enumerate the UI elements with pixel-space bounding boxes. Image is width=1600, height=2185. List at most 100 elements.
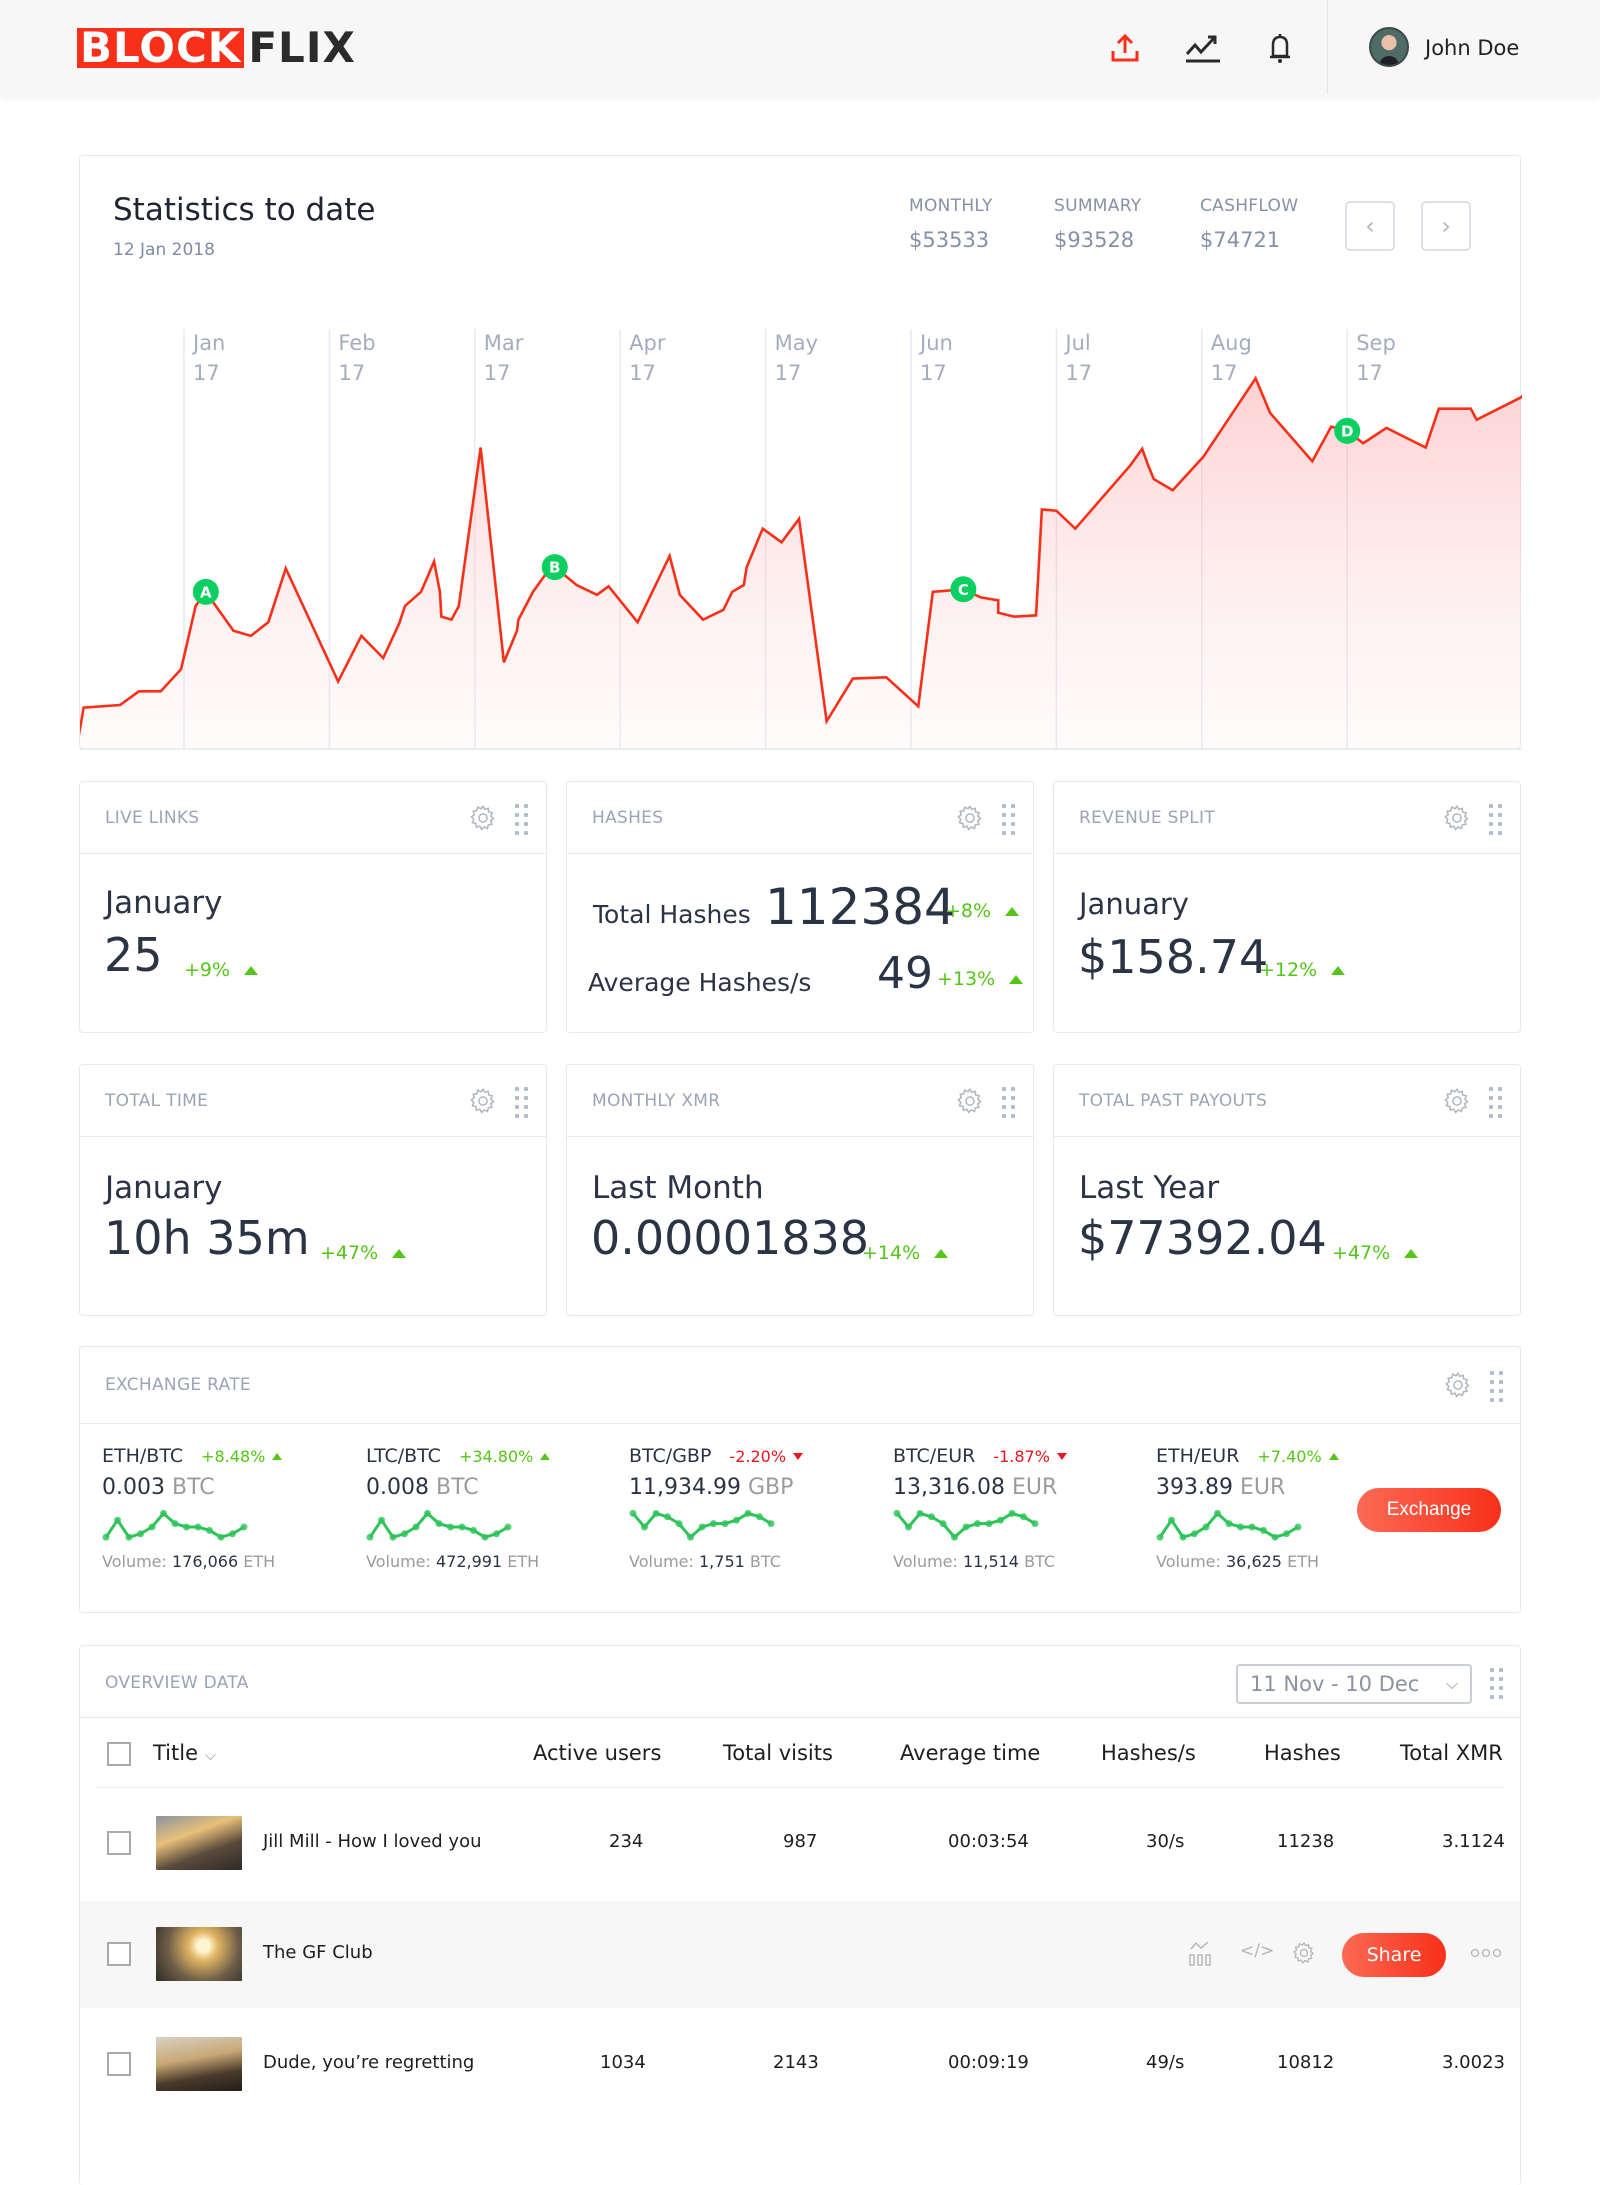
drag-handle-icon[interactable] xyxy=(513,1085,528,1118)
sparkline-point xyxy=(194,1523,202,1531)
pair-name: BTC/GBP xyxy=(629,1445,712,1467)
video-thumbnail[interactable] xyxy=(156,2037,242,2091)
gear-icon[interactable] xyxy=(469,804,497,832)
pair-price-row: 11,934.99 GBP xyxy=(629,1475,869,1500)
statistics-chart: A B C D xyxy=(80,329,1522,750)
row-checkbox[interactable] xyxy=(107,1942,131,1966)
sparkline-point xyxy=(1271,1533,1279,1541)
tick-year: 17 xyxy=(193,361,220,385)
column-average-time[interactable]: Average time xyxy=(900,1741,1040,1765)
annotation-marker[interactable]: D xyxy=(1334,417,1361,444)
gear-icon[interactable] xyxy=(1444,1371,1472,1399)
down-arrow-icon xyxy=(793,1452,804,1460)
gear-icon[interactable] xyxy=(469,1087,497,1115)
exchange-pair[interactable]: BTC/EUR -1.87% 13,316.08 EUR Volume: 11,514… xyxy=(893,1445,1133,1571)
prev-button[interactable]: ‹ xyxy=(1345,201,1395,251)
up-arrow-icon xyxy=(1331,965,1346,975)
sparkline-point xyxy=(1008,1509,1016,1517)
volume-value: 1,751 xyxy=(699,1552,745,1571)
pair-name-row: LTC/BTC +34.80% xyxy=(366,1445,606,1467)
sparkline-point xyxy=(1020,1513,1027,1521)
metric-cashflow[interactable]: CASHFLOW $74721 xyxy=(1200,196,1298,252)
exchange-button[interactable]: Exchange xyxy=(1357,1488,1501,1532)
gear-icon[interactable] xyxy=(956,1087,984,1115)
column-title[interactable]: Title ⌵ xyxy=(153,1741,216,1765)
embed-code-icon[interactable]: </> xyxy=(1240,1941,1274,1961)
table-row[interactable]: Jill Mill - How I loved you 234 987 00:0… xyxy=(80,1790,1520,1897)
exchange-pair[interactable]: ETH/BTC +8.48% 0.003 BTC Volume: 176,066 ET… xyxy=(102,1445,342,1571)
row-title[interactable]: Dude, you’re regretting xyxy=(263,2052,474,2073)
analytics-button[interactable] xyxy=(1183,28,1223,68)
row-title[interactable]: The GF Club xyxy=(263,1942,373,1963)
exchange-pair[interactable]: BTC/GBP -2.20% 11,934.99 GBP Volume: 1,751 … xyxy=(629,1445,869,1571)
drag-handle-icon[interactable] xyxy=(1488,1369,1503,1402)
sparkline-point xyxy=(767,1520,775,1528)
card-header: EXCHANGE RATE xyxy=(80,1347,1520,1424)
gear-icon[interactable] xyxy=(1292,1941,1316,1965)
column-total-xmr[interactable]: Total XMR xyxy=(1400,1741,1503,1765)
user-name[interactable]: John Doe xyxy=(1425,36,1519,60)
column-hashes-per-s[interactable]: Hashes/s xyxy=(1101,1741,1196,1765)
volume-value: 472,991 xyxy=(436,1552,503,1571)
pair-unit: BTC xyxy=(171,1475,215,1500)
pair-name: BTC/EUR xyxy=(893,1445,976,1467)
metric-monthly[interactable]: MONTHLY $53533 xyxy=(909,196,993,252)
metric-summary[interactable]: SUMMARY $93528 xyxy=(1054,196,1141,252)
date-range-select[interactable]: 11 Nov - 10 Dec ⌵ xyxy=(1236,1664,1472,1704)
delta-text: +14% xyxy=(862,1242,921,1264)
pair-name-row: BTC/EUR -1.87% xyxy=(893,1445,1133,1467)
column-active-users[interactable]: Active users xyxy=(533,1741,661,1765)
gear-icon[interactable] xyxy=(1443,804,1471,832)
upload-button[interactable] xyxy=(1105,28,1145,68)
drag-handle-icon[interactable] xyxy=(1487,802,1502,835)
column-hashes[interactable]: Hashes xyxy=(1264,1741,1341,1765)
more-options-icon[interactable] xyxy=(1470,1947,1502,1959)
sparkline-point xyxy=(447,1523,454,1531)
next-button[interactable]: › xyxy=(1421,201,1471,251)
row-title[interactable]: Jill Mill - How I loved you xyxy=(263,1831,482,1852)
up-arrow-icon xyxy=(934,1248,949,1258)
sparkline-point xyxy=(652,1509,660,1517)
stats-icon[interactable] xyxy=(1188,1939,1212,1969)
video-thumbnail[interactable] xyxy=(156,1927,242,1981)
metric-label: MONTHLY xyxy=(909,196,993,216)
volume-label: Volume: xyxy=(893,1552,958,1571)
select-all-checkbox[interactable] xyxy=(107,1742,131,1766)
sparkline-point xyxy=(114,1516,121,1524)
row-checkbox[interactable] xyxy=(107,2052,131,2076)
gear-icon[interactable] xyxy=(956,804,984,832)
sparkline-point xyxy=(675,1520,683,1528)
drag-handle-icon[interactable] xyxy=(1000,1085,1015,1118)
blockflix-logo[interactable]: BLOCK FLIX xyxy=(77,26,356,70)
cell-active-users: 1034 xyxy=(600,2052,646,2073)
column-label: Title xyxy=(153,1741,199,1765)
drag-handle-icon[interactable] xyxy=(513,802,528,835)
share-button[interactable]: Share xyxy=(1342,1933,1446,1977)
table-row[interactable]: Dude, you’re regretting 1034 2143 00:09:… xyxy=(80,2011,1520,2118)
tick-year: 17 xyxy=(629,361,656,385)
drag-handle-icon[interactable] xyxy=(1487,1085,1502,1118)
drag-handle-icon[interactable] xyxy=(1488,1666,1503,1699)
row-checkbox[interactable] xyxy=(107,1831,131,1855)
stat-card-monthly-xmr: MONTHLY XMR Last Month 0.00001838 +14% xyxy=(566,1064,1034,1316)
annotation-marker[interactable]: C xyxy=(950,576,977,603)
annotation-marker[interactable]: A xyxy=(192,578,219,605)
x-tick-label: May 17 xyxy=(775,328,818,388)
notifications-button[interactable] xyxy=(1260,28,1300,68)
gear-icon[interactable] xyxy=(1443,1087,1471,1115)
sparkline xyxy=(1156,1509,1302,1541)
column-total-visits[interactable]: Total visits xyxy=(723,1741,833,1765)
sparkline-point xyxy=(470,1526,477,1534)
sparkline-point xyxy=(756,1513,763,1521)
avatar[interactable] xyxy=(1369,27,1409,67)
stat-period: Last Year xyxy=(1079,1170,1220,1206)
pair-price: 393.89 xyxy=(1156,1475,1233,1500)
exchange-pair[interactable]: LTC/BTC +34.80% 0.008 BTC Volume: 472,991 E… xyxy=(366,1445,606,1571)
table-row[interactable]: The GF Club </> Share xyxy=(80,1901,1520,2008)
drag-handle-icon[interactable] xyxy=(1000,802,1015,835)
annotation-marker[interactable]: B xyxy=(541,554,568,581)
card-title: HASHES xyxy=(592,808,664,828)
video-thumbnail[interactable] xyxy=(156,1816,242,1870)
chevron-left-icon: ‹ xyxy=(1365,212,1375,240)
sparkline-point xyxy=(733,1516,740,1524)
